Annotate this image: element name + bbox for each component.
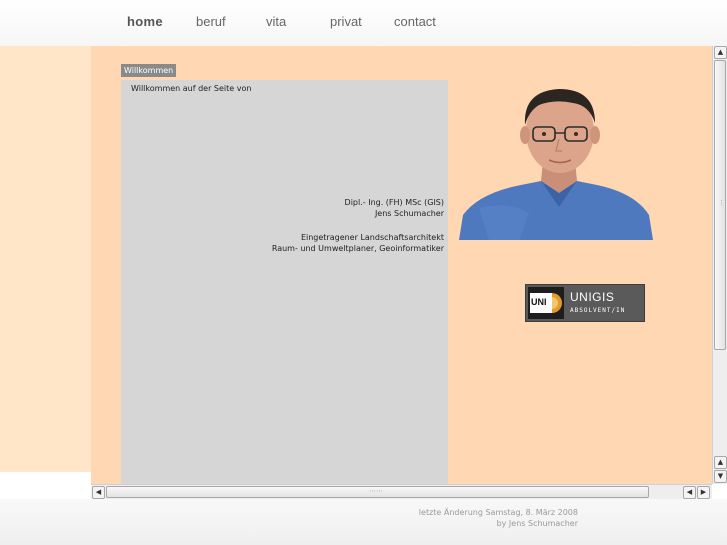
scroll-left-button[interactable]: ◀ — [92, 486, 105, 499]
horizontal-scrollbar[interactable]: ◀ ⋯⋯ ◀ ▶ — [91, 484, 712, 499]
footer: letzte Änderung Samstag, 8. März 2008 by… — [0, 499, 727, 545]
section-title-tab: Willkommen — [121, 64, 177, 77]
degree-text: Dipl.- Ing. (FH) MSc (GIS) — [344, 198, 444, 207]
scroll-right-button[interactable]: ▶ — [697, 486, 710, 499]
name-text: Jens Schumacher — [374, 209, 444, 218]
nav-home[interactable]: home — [127, 14, 163, 29]
left-decor-strip — [0, 46, 91, 472]
top-navigation: home beruf vita privat contact — [0, 0, 727, 46]
portrait-photo — [459, 89, 653, 240]
unigis-graduate-badge[interactable]: UNI UNIGIS ABSOLVENT/IN — [525, 284, 645, 322]
content-frame: Willkommen Willkommen auf der Seite von … — [91, 46, 712, 484]
author-text: by Jens Schumacher — [496, 519, 578, 528]
nav-privat[interactable]: privat — [330, 14, 362, 29]
title-text: Eingetragener Landschaftsarchitekt — [300, 233, 444, 242]
scroll-down-button[interactable]: ▼ — [714, 470, 727, 483]
unigis-title: UNIGIS — [570, 290, 615, 304]
scroll-up-button[interactable]: ▲ — [714, 46, 727, 59]
nav-beruf[interactable]: beruf — [196, 14, 226, 29]
nav-contact[interactable]: contact — [394, 14, 436, 29]
last-modified-text: letzte Änderung Samstag, 8. März 2008 — [418, 508, 578, 517]
unigis-logo-letters: UNI — [531, 297, 547, 307]
grip-icon: ⋯⋯ — [369, 487, 383, 495]
scroll-up-button-lower[interactable]: ▲ — [714, 456, 727, 469]
grip-icon: ⋮⋮ — [718, 199, 727, 207]
vertical-scrollbar[interactable]: ▲ ⋮⋮ ▲ ▼ — [712, 46, 727, 484]
vertical-scroll-thumb[interactable]: ⋮⋮ — [714, 60, 727, 350]
profession-text: Raum- und Umweltplaner, Geoinformatiker — [271, 244, 444, 253]
nav-vita[interactable]: vita — [266, 14, 286, 29]
horizontal-scroll-thumb[interactable]: ⋯⋯ — [106, 486, 649, 498]
unigis-subtitle: ABSOLVENT/IN — [570, 307, 626, 314]
scroll-left-button-right[interactable]: ◀ — [683, 486, 696, 499]
welcome-text: Willkommen auf der Seite von — [131, 84, 252, 93]
content-box: Willkommen auf der Seite von Dipl.- Ing.… — [121, 80, 448, 484]
